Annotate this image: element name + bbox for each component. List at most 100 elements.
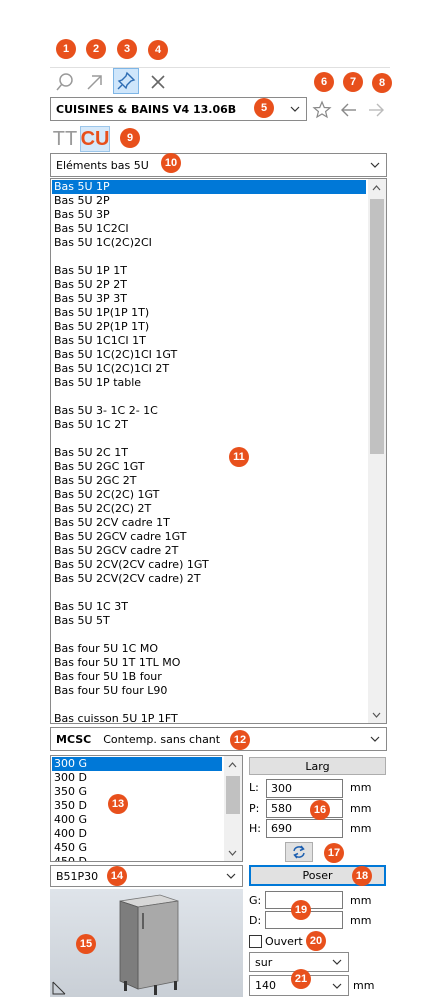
arrow-right-icon: [369, 103, 384, 117]
length-unit: mm: [350, 781, 372, 794]
size-list-item[interactable]: 350 D: [52, 799, 222, 813]
callout-badge: 13: [108, 794, 128, 814]
elements-scrollbar[interactable]: [368, 179, 386, 723]
element-list-item[interactable]: Bas 5U 2CV(2CV cadre) 2T: [52, 572, 366, 586]
element-list-item[interactable]: Bas 5U 1C1CI 1T: [52, 334, 366, 348]
sizes-list-items: 300 G 300 D 350 G 350 D 400 G 400 D 450 G 450 D: [52, 757, 222, 861]
length-input[interactable]: 300: [266, 779, 343, 798]
tt-mode-button[interactable]: TT: [52, 127, 78, 151]
callout-badge: 6: [314, 72, 334, 92]
element-list-item[interactable]: Bas 5U 1P(1P 1T): [52, 306, 366, 320]
length-label: L:: [249, 781, 259, 794]
place-button-label: Poser: [302, 869, 333, 882]
search-tool[interactable]: [52, 69, 78, 95]
element-list-item[interactable]: Bas 5U 5T: [52, 614, 366, 628]
element-list-item[interactable]: Bas four 5U 1T 1TL MO: [52, 656, 366, 670]
back-button[interactable]: [339, 100, 359, 120]
sizes-list[interactable]: 300 G 300 D 350 G 350 D 400 G 400 D 450 G 450 D: [50, 755, 243, 862]
sizes-scroll-thumb[interactable]: [226, 776, 240, 814]
size-list-item[interactable]: 400 D: [52, 827, 222, 841]
element-list-item[interactable]: Bas 5U 3P: [52, 208, 366, 222]
size-list-item[interactable]: 300 D: [52, 771, 222, 785]
element-list-item[interactable]: Bas 5U 1P 1T: [52, 264, 366, 278]
tt-icon: TT: [52, 127, 78, 150]
reference-select[interactable]: B51P30: [50, 865, 243, 887]
scroll-up-button[interactable]: [368, 179, 385, 196]
element-list-item[interactable]: Bas 5U 3P 3T: [52, 292, 366, 306]
left-offset-label: G:: [249, 894, 262, 907]
element-list-item[interactable]: Bas cuisson 5U 1P 1FT: [52, 712, 366, 723]
element-list-item[interactable]: Bas 5U 1P table: [52, 376, 366, 390]
element-list-item[interactable]: Bas 5U 2P(1P 1T): [52, 320, 366, 334]
element-list-item[interactable]: Bas 5U 2GC 2T: [52, 474, 366, 488]
finish-code: MCSC: [56, 732, 92, 746]
element-list-item[interactable]: Bas 5U 1C2CI: [52, 222, 366, 236]
width-header-button[interactable]: Larg: [249, 757, 386, 775]
callout-badge: 4: [148, 40, 168, 60]
right-offset-unit: mm: [350, 914, 372, 927]
chevron-up-icon: [228, 761, 237, 767]
cu-mode-button[interactable]: CU: [80, 126, 110, 152]
callout-badge: 11: [229, 447, 249, 467]
size-list-item[interactable]: 450 D: [52, 855, 222, 861]
callout-badge: 14: [107, 866, 127, 886]
open-checkbox-label: Ouvert: [265, 935, 303, 948]
finish-select[interactable]: MCSC Contemp. sans chant: [50, 727, 387, 751]
height-value: 690: [271, 822, 292, 835]
sizes-scroll-down-button[interactable]: [224, 844, 241, 861]
depth-unit: mm: [350, 802, 372, 815]
arrow-up-right-icon: [87, 75, 102, 90]
elements-list[interactable]: Bas 5U 1P Bas 5U 2P Bas 5U 3P Bas 5U 1C2CI B…: [50, 178, 387, 724]
element-list-item[interactable]: Bas four 5U 1B four: [52, 670, 366, 684]
element-list-item[interactable]: Bas 5U 1C 2T: [52, 418, 366, 432]
scroll-thumb[interactable]: [370, 199, 384, 454]
element-list-item[interactable]: Bas 5U 2GCV cadre 2T: [52, 544, 366, 558]
pin-tool[interactable]: [113, 68, 139, 94]
chevron-down-icon: [290, 106, 300, 112]
element-list-item[interactable]: Bas 5U 2CV cadre 1T: [52, 516, 366, 530]
size-list-item[interactable]: 300 G: [52, 757, 222, 771]
close-tool[interactable]: [145, 69, 171, 95]
element-list-item[interactable]: Bas 5U 2GC 1GT: [52, 460, 366, 474]
sizes-scrollbar[interactable]: [224, 756, 242, 861]
depth-input[interactable]: 580: [266, 799, 343, 818]
refresh-icon: [293, 845, 305, 859]
element-list-item[interactable]: Bas 5U 1P: [52, 180, 366, 194]
callout-badge: 10: [161, 153, 181, 173]
sizes-scroll-up-button[interactable]: [224, 756, 241, 773]
element-list-item[interactable]: Bas 5U 1C(2C)2CI: [52, 236, 366, 250]
size-list-item[interactable]: 400 G: [52, 813, 222, 827]
callout-badge: 1: [56, 39, 76, 59]
element-list-item[interactable]: Bas 5U 2C 1T: [52, 446, 366, 460]
star-icon: [312, 100, 332, 119]
arrow-tool[interactable]: [82, 69, 108, 95]
callout-badge: 7: [343, 72, 363, 92]
favorite-button[interactable]: [312, 100, 332, 120]
finish-name: Contemp. sans chant: [103, 732, 221, 746]
arrow-left-icon: [341, 103, 356, 117]
refresh-button[interactable]: [285, 842, 313, 862]
element-list-item[interactable]: Bas 5U 1C 3T: [52, 600, 366, 614]
element-list-item[interactable]: Bas four 5U four L90: [52, 684, 366, 698]
element-list-item[interactable]: Bas 5U 1C(2C)1CI 1GT: [52, 348, 366, 362]
category-select[interactable]: Eléments bas 5U: [50, 153, 387, 177]
height-input[interactable]: 690: [266, 819, 343, 838]
open-checkbox[interactable]: [249, 935, 262, 948]
element-list-item[interactable]: Bas 5U 2GCV cadre 1GT: [52, 530, 366, 544]
size-list-item[interactable]: 350 G: [52, 785, 222, 799]
element-list-item[interactable]: Bas four 5U 1C MO: [52, 642, 366, 656]
element-list-item[interactable]: Bas 5U 1C(2C)1CI 2T: [52, 362, 366, 376]
element-list-item[interactable]: Bas 5U 2P 2T: [52, 278, 366, 292]
element-list-item[interactable]: Bas 5U 2C(2C) 1GT: [52, 488, 366, 502]
element-list-item[interactable]: Bas 5U 2P: [52, 194, 366, 208]
element-list-item[interactable]: Bas 5U 3- 1C 2- 1C: [52, 404, 366, 418]
element-list-item[interactable]: Bas 5U 2C(2C) 2T: [52, 502, 366, 516]
element-list-item[interactable]: Bas 5U 2CV(2CV cadre) 1GT: [52, 558, 366, 572]
size-list-item[interactable]: 450 G: [52, 841, 222, 855]
callout-badge: 12: [230, 730, 250, 750]
scroll-down-button[interactable]: [368, 706, 385, 723]
forward-button[interactable]: [366, 100, 386, 120]
